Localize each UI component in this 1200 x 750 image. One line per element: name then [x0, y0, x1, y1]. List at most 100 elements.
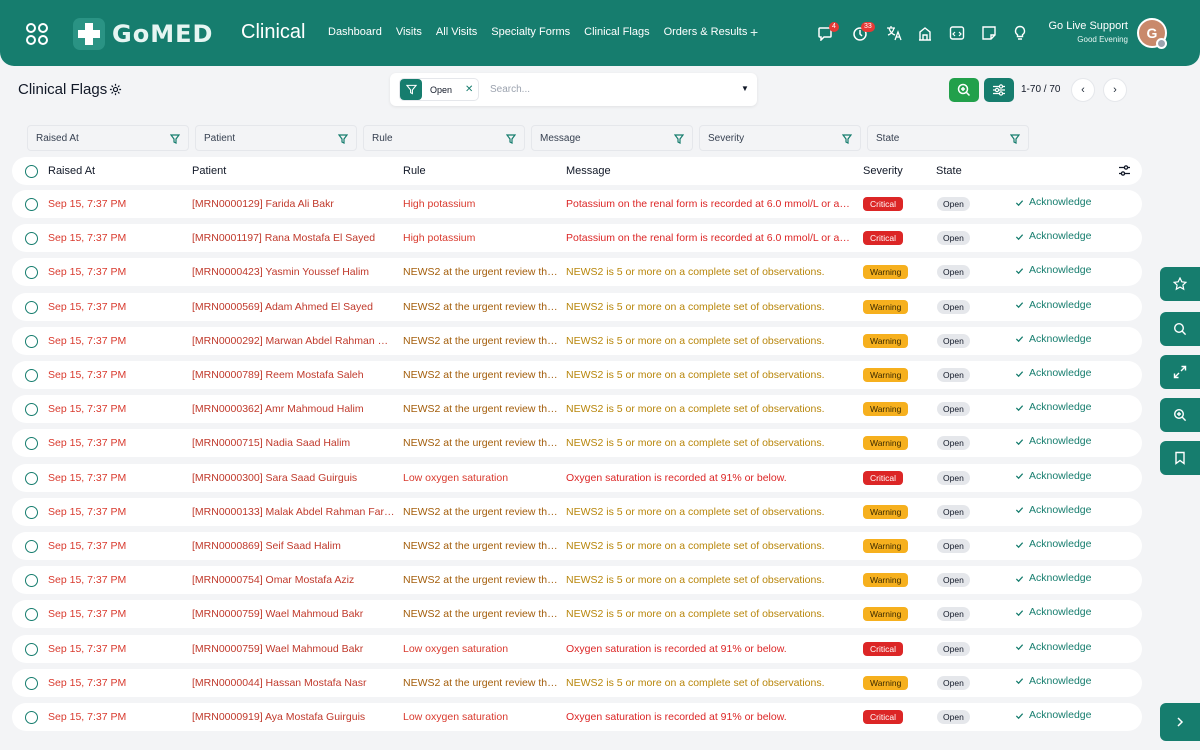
patient-cell[interactable]: [MRN0000129] Farida Ali Bakr — [192, 198, 395, 210]
acknowledge-button[interactable]: Acknowledge — [1015, 333, 1091, 345]
expand-panel-button[interactable] — [1160, 703, 1200, 741]
acknowledge-button[interactable]: Acknowledge — [1015, 709, 1091, 721]
acknowledge-button[interactable]: Acknowledge — [1015, 538, 1091, 550]
row-select-radio[interactable] — [25, 540, 38, 553]
filter-rule[interactable]: Rule — [363, 125, 525, 151]
col-state[interactable]: State — [936, 165, 962, 177]
column-settings-icon[interactable] — [1118, 164, 1131, 177]
row-select-radio[interactable] — [25, 266, 38, 280]
table-row[interactable]: Sep 15, 7:37 PM [MRN0000423] Yasmin Youss… — [12, 258, 1142, 287]
table-row[interactable]: Sep 15, 7:37 PM [MRN0000919] Aya Mostafa … — [12, 703, 1142, 731]
patient-cell[interactable]: [MRN0000423] Yasmin Youssef Halim — [192, 266, 395, 278]
nav-clinical-flags[interactable]: Clinical Flags — [584, 26, 649, 38]
acknowledge-button[interactable]: Acknowledge — [1015, 367, 1091, 379]
nav-specialty-forms[interactable]: Specialty Forms — [491, 26, 570, 38]
patient-cell[interactable]: [MRN0000715] Nadia Saad Halim — [192, 437, 395, 449]
nav-visits[interactable]: Visits — [396, 26, 422, 38]
row-select-radio[interactable] — [25, 198, 38, 211]
col-raised-at[interactable]: Raised At — [48, 165, 95, 177]
row-select-radio[interactable] — [25, 642, 38, 656]
filter-settings-button[interactable] — [984, 78, 1014, 102]
prev-page-button[interactable]: ‹ — [1071, 78, 1095, 102]
bookmark-rail-button[interactable] — [1160, 441, 1200, 475]
table-row[interactable]: Sep 15, 7:37 PM [MRN0000569] Adam Ahmed E… — [12, 292, 1142, 321]
zoom-rail-button[interactable] — [1160, 398, 1200, 432]
apps-grid-icon[interactable] — [25, 22, 49, 46]
translate-icon[interactable] — [886, 25, 902, 41]
table-row[interactable]: Sep 15, 7:37 PM [MRN0000789] Reem Mostafa… — [12, 361, 1142, 389]
nav-orders-results[interactable]: Orders & Results — [664, 26, 748, 38]
row-select-radio[interactable] — [25, 369, 38, 382]
nav-dashboard[interactable]: Dashboard — [328, 26, 382, 38]
acknowledge-button[interactable]: Acknowledge — [1015, 196, 1091, 208]
search-rail-button[interactable] — [1160, 312, 1200, 346]
acknowledge-button[interactable]: Acknowledge — [1015, 401, 1091, 413]
code-window-icon[interactable] — [949, 25, 965, 41]
filter-message[interactable]: Message — [531, 125, 693, 151]
zoom-search-button[interactable] — [949, 78, 979, 102]
patient-cell[interactable]: [MRN0000919] Aya Mostafa Guirguis — [192, 711, 395, 723]
row-select-radio[interactable] — [25, 437, 38, 451]
acknowledge-button[interactable]: Acknowledge — [1015, 606, 1091, 618]
table-row[interactable]: Sep 15, 7:37 PM [MRN0000759] Wael Mahmoud… — [12, 600, 1142, 629]
table-row[interactable]: Sep 15, 7:37 PM [MRN0000129] Farida Ali B… — [12, 190, 1142, 218]
filter-state[interactable]: State — [867, 125, 1029, 151]
table-row[interactable]: Sep 15, 7:37 PM [MRN0000292] Marwan Abdel… — [12, 326, 1142, 355]
patient-cell[interactable]: [MRN0000759] Wael Mahmoud Bakr — [192, 643, 395, 655]
patient-cell[interactable]: [MRN0000869] Seif Saad Halim — [192, 540, 395, 552]
lightbulb-icon[interactable] — [1012, 25, 1028, 41]
acknowledge-button[interactable]: Acknowledge — [1015, 675, 1091, 687]
table-row[interactable]: Sep 15, 7:37 PM [MRN0000759] Wael Mahmoud… — [12, 634, 1142, 663]
patient-cell[interactable]: [MRN0001197] Rana Mostafa El Sayed — [192, 232, 395, 244]
filter-chip[interactable]: Open ✕ — [399, 78, 479, 101]
expand-rail-button[interactable] — [1160, 355, 1200, 389]
row-select-radio[interactable] — [25, 471, 38, 485]
table-row[interactable]: Sep 15, 7:37 PM [MRN0000754] Omar Mostafa… — [12, 566, 1142, 595]
acknowledge-button[interactable]: Acknowledge — [1015, 572, 1091, 584]
acknowledge-button[interactable]: Acknowledge — [1015, 470, 1091, 482]
add-tab-plus-icon[interactable]: + — [750, 24, 758, 40]
close-icon[interactable]: ✕ — [465, 84, 473, 95]
favorites-rail-button[interactable] — [1160, 267, 1200, 301]
select-all-radio[interactable] — [25, 165, 38, 178]
col-severity[interactable]: Severity — [863, 165, 903, 177]
table-row[interactable]: Sep 15, 7:37 PM [MRN0000715] Nadia Saad H… — [12, 429, 1142, 458]
patient-cell[interactable]: [MRN0000133] Malak Abdel Rahman Farag — [192, 506, 395, 518]
col-message[interactable]: Message — [566, 165, 611, 177]
acknowledge-button[interactable]: Acknowledge — [1015, 299, 1091, 311]
table-row[interactable]: Sep 15, 7:37 PM [MRN0000362] Amr Mahmoud … — [12, 395, 1142, 424]
acknowledge-button[interactable]: Acknowledge — [1015, 435, 1091, 447]
row-select-radio[interactable] — [25, 403, 38, 417]
patient-cell[interactable]: [MRN0000292] Marwan Abdel Rahman Nasr — [192, 335, 395, 347]
acknowledge-button[interactable]: Acknowledge — [1015, 504, 1091, 516]
acknowledge-button[interactable]: Acknowledge — [1015, 641, 1091, 653]
filter-raised-at[interactable]: Raised At — [27, 125, 189, 151]
gomed-logo[interactable]: GoMED — [72, 17, 222, 51]
patient-cell[interactable]: [MRN0000569] Adam Ahmed El Sayed — [192, 301, 395, 313]
filter-patient[interactable]: Patient — [195, 125, 357, 151]
next-page-button[interactable]: › — [1103, 78, 1127, 102]
gear-icon[interactable] — [109, 83, 122, 96]
nav-all-visits[interactable]: All Visits — [436, 26, 477, 38]
table-row[interactable]: Sep 15, 7:37 PM [MRN0001197] Rana Mostafa… — [12, 224, 1142, 253]
acknowledge-button[interactable]: Acknowledge — [1015, 264, 1091, 276]
col-patient[interactable]: Patient — [192, 165, 226, 177]
row-select-radio[interactable] — [25, 232, 38, 246]
table-row[interactable]: Sep 15, 7:37 PM [MRN0000300] Sara Saad Gu… — [12, 463, 1142, 492]
row-select-radio[interactable] — [25, 608, 38, 622]
row-select-radio[interactable] — [25, 334, 38, 348]
table-row[interactable]: Sep 15, 7:37 PM [MRN0000869] Seif Saad Ha… — [12, 532, 1142, 560]
patient-cell[interactable]: [MRN0000754] Omar Mostafa Aziz — [192, 574, 395, 586]
building-icon[interactable] — [917, 25, 933, 41]
patient-cell[interactable]: [MRN0000044] Hassan Mostafa Nasr — [192, 677, 395, 689]
row-select-radio[interactable] — [25, 574, 38, 588]
table-row[interactable]: Sep 15, 7:37 PM [MRN0000044] Hassan Mosta… — [12, 668, 1142, 697]
row-select-radio[interactable] — [25, 505, 38, 519]
table-row[interactable]: Sep 15, 7:37 PM [MRN0000133] Malak Abdel … — [12, 497, 1142, 526]
col-rule[interactable]: Rule — [403, 165, 426, 177]
row-select-radio[interactable] — [25, 300, 38, 314]
patient-cell[interactable]: [MRN0000300] Sara Saad Guirguis — [192, 472, 395, 484]
patient-cell[interactable]: [MRN0000789] Reem Mostafa Saleh — [192, 369, 395, 381]
search-input[interactable] — [490, 81, 730, 98]
patient-cell[interactable]: [MRN0000759] Wael Mahmoud Bakr — [192, 608, 395, 620]
